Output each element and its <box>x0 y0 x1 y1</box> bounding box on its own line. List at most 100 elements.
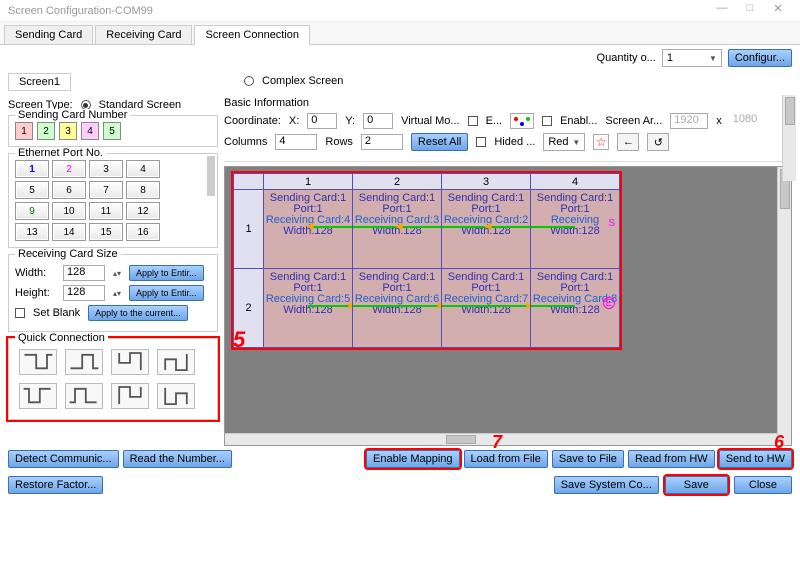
grid-cell-2-4[interactable]: Sending Card:1Port:1 Receiving Card:8Wid… <box>531 269 619 347</box>
port-16[interactable]: 16 <box>126 223 160 241</box>
sendcard-5[interactable]: 5 <box>103 122 121 140</box>
receiving-card-size-group: Receiving Card Size Width: 128 ▴▾ Apply … <box>8 254 218 332</box>
quick-pattern-2[interactable] <box>65 349 103 375</box>
grid-cell-2-3[interactable]: Sending Card:1Port:1 Receiving Card:7Wid… <box>442 269 530 347</box>
reset-all-button[interactable]: Reset All <box>411 133 468 151</box>
callout-6: 6 <box>774 432 784 453</box>
callout-7: 7 <box>492 432 502 453</box>
port-4[interactable]: 4 <box>126 160 160 178</box>
screen-tabs: Screen1 <box>0 71 800 91</box>
width-input[interactable]: 128 <box>63 265 105 281</box>
port-12[interactable]: 12 <box>126 202 160 220</box>
detect-communic-button[interactable]: Detect Communic... <box>8 450 119 468</box>
left-panel: Screen Type: Standard Screen Sending Car… <box>8 95 218 446</box>
apply-current-button[interactable]: Apply to the current... <box>88 305 188 321</box>
port-6[interactable]: 6 <box>52 181 86 199</box>
enable-checkbox[interactable] <box>542 116 552 126</box>
tab-screen-connection[interactable]: Screen Connection <box>194 25 310 45</box>
quick-pattern-6[interactable] <box>65 383 103 409</box>
grid-cell-2-1[interactable]: Sending Card:1Port:1 Receiving Card:5Wid… <box>264 269 352 347</box>
tab-sending-card[interactable]: Sending Card <box>4 25 93 45</box>
start-marker: S <box>608 218 615 229</box>
grid-cell-1-3[interactable]: Sending Card:1Port:1 Receiving Card:2Wid… <box>442 190 530 268</box>
columns-input[interactable]: 4 <box>275 134 317 150</box>
port-8[interactable]: 8 <box>126 181 160 199</box>
load-from-file-button[interactable]: Load from File <box>464 450 548 468</box>
callout-5: 5 <box>233 327 245 353</box>
coord-x-input[interactable]: 0 <box>307 113 337 129</box>
save-system-config-button[interactable]: Save System Co... <box>554 476 659 494</box>
ethernet-port-group: Ethernet Port No. 1 2 3 4 5 6 7 8 9 10 1… <box>8 153 218 248</box>
coord-y-input[interactable]: 0 <box>363 113 393 129</box>
sendcard-3[interactable]: 3 <box>59 122 77 140</box>
set-blank-checkbox[interactable] <box>15 308 25 318</box>
quick-pattern-5[interactable] <box>19 383 57 409</box>
canvas-vscroll[interactable] <box>777 167 791 445</box>
read-number-button[interactable]: Read the Number... <box>123 450 232 468</box>
hided-checkbox[interactable] <box>476 137 486 147</box>
close-icon[interactable]: ✕ <box>764 2 792 20</box>
tab-screen1[interactable]: Screen1 <box>8 73 71 91</box>
maximize-icon[interactable]: □ <box>736 2 764 20</box>
close-button[interactable]: Close <box>734 476 792 494</box>
ports-scrollbar[interactable] <box>205 154 217 247</box>
tab-receiving-card[interactable]: Receiving Card <box>95 25 192 45</box>
restore-factory-button[interactable]: Restore Factor... <box>8 476 103 494</box>
quantity-toolbar: Quantity o... 1▼ Configur... <box>0 45 800 71</box>
minimize-icon[interactable]: — <box>708 2 736 20</box>
quick-pattern-3[interactable] <box>111 349 149 375</box>
grid-cell-1-2[interactable]: Sending Card:1Port:1 Receiving Card:3Wid… <box>353 190 441 268</box>
configure-button[interactable]: Configur... <box>728 49 792 67</box>
port-5[interactable]: 5 <box>15 181 49 199</box>
quick-pattern-7[interactable] <box>111 383 149 409</box>
port-2[interactable]: 2 <box>52 160 86 178</box>
spinner-icon[interactable]: ▴▾ <box>113 269 121 278</box>
undo-icon[interactable]: ↺ <box>647 133 669 151</box>
port-10[interactable]: 10 <box>52 202 86 220</box>
color-select[interactable]: Red▼ <box>543 133 585 151</box>
sendcard-4[interactable]: 4 <box>81 122 99 140</box>
port-1[interactable]: 1 <box>15 160 49 178</box>
save-to-file-button[interactable]: Save to File <box>552 450 624 468</box>
quick-pattern-1[interactable] <box>19 349 57 375</box>
main-tabs: Sending Card Receiving Card Screen Conne… <box>0 22 800 45</box>
basic-title: Basic Information <box>224 97 792 109</box>
basic-info: Basic Information Coordinate: X: 0 Y: 0 … <box>224 95 792 162</box>
quick-pattern-8[interactable] <box>157 383 195 409</box>
spinner-icon[interactable]: ▴▾ <box>113 289 121 298</box>
e-checkbox[interactable] <box>468 116 478 126</box>
screen-h: 1080 <box>730 113 768 129</box>
port-11[interactable]: 11 <box>89 202 123 220</box>
enable-mapping-button[interactable]: Enable Mapping <box>366 450 460 468</box>
star-icon[interactable]: ☆ <box>593 134 609 150</box>
sendcard-1[interactable]: 1 <box>15 122 33 140</box>
port-7[interactable]: 7 <box>89 181 123 199</box>
apply-entire-height-button[interactable]: Apply to Entir... <box>129 285 204 301</box>
quick-connection-group: Quick Connection <box>8 338 218 420</box>
height-input[interactable]: 128 <box>63 285 105 301</box>
read-from-hw-button[interactable]: Read from HW <box>628 450 715 468</box>
basic-scroll[interactable] <box>782 95 796 181</box>
port-13[interactable]: 13 <box>15 223 49 241</box>
rows-input[interactable]: 2 <box>361 134 403 150</box>
grid-cell-2-2[interactable]: Sending Card:1Port:1 Receiving Card:6Wid… <box>353 269 441 347</box>
quick-pattern-4[interactable] <box>157 349 195 375</box>
radio-complex[interactable] <box>244 76 254 86</box>
apply-entire-width-button[interactable]: Apply to Entir... <box>129 265 204 281</box>
color-swatch[interactable] <box>510 113 534 129</box>
footer-row-2: Restore Factor... Save System Co... Save… <box>0 472 800 498</box>
back-icon[interactable]: ← <box>617 133 639 151</box>
grid-cell-1-1[interactable]: Sending Card:1Port:1 Receiving Card:4Wid… <box>264 190 352 268</box>
port-3[interactable]: 3 <box>89 160 123 178</box>
port-9[interactable]: 9 <box>15 202 49 220</box>
sendcard-2[interactable]: 2 <box>37 122 55 140</box>
port-14[interactable]: 14 <box>52 223 86 241</box>
quantity-select[interactable]: 1▼ <box>662 49 722 67</box>
mapping-canvas[interactable]: 1 2 3 4 1 Sending Card:1Port:1 Receiving… <box>224 166 792 446</box>
receiving-card-grid[interactable]: 1 2 3 4 1 Sending Card:1Port:1 Receiving… <box>231 171 622 350</box>
port-15[interactable]: 15 <box>89 223 123 241</box>
screen-w: 1920 <box>670 113 708 129</box>
save-button[interactable]: Save <box>665 476 728 494</box>
grid-cell-1-4[interactable]: Sending Card:1Port:1 ReceivingWidth:128 … <box>531 190 619 268</box>
sending-card-number-group: Sending Card Number 1 2 3 4 5 <box>8 115 218 147</box>
